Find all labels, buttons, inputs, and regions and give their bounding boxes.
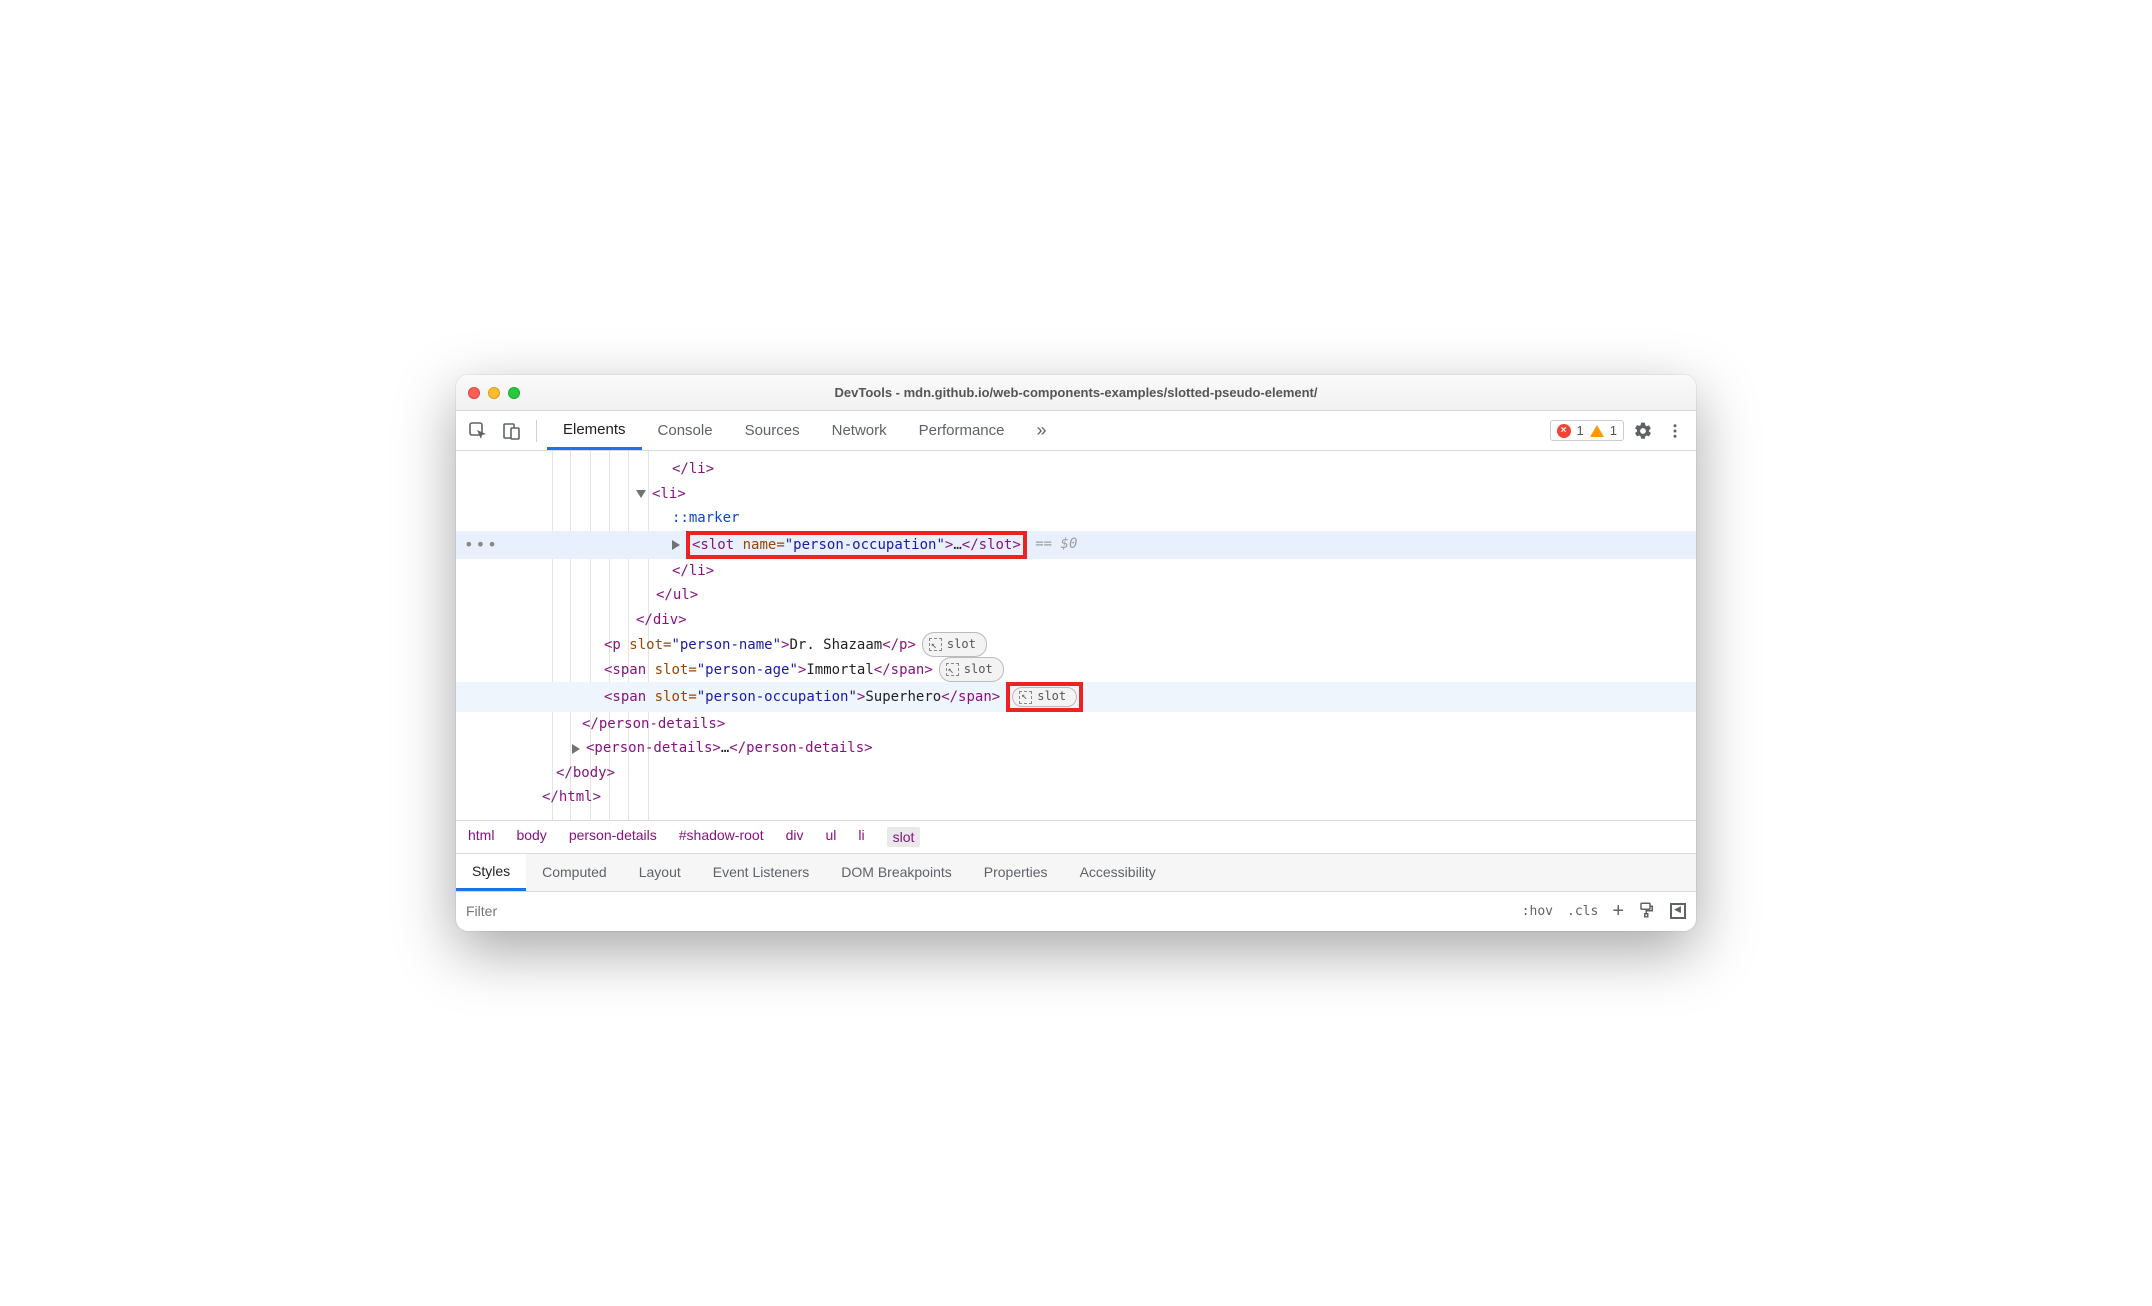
highlight-box: slot [1006, 682, 1083, 712]
tree-row[interactable]: </ul> [456, 583, 1696, 608]
subtab-computed[interactable]: Computed [526, 854, 623, 891]
breadcrumb-item-current[interactable]: slot [887, 827, 921, 847]
maximize-icon[interactable] [508, 387, 520, 399]
cls-button[interactable]: .cls [1567, 904, 1598, 919]
tree-row[interactable]: </body> [456, 761, 1696, 786]
styles-toolbar: :hov .cls + [456, 891, 1696, 931]
minimize-icon[interactable] [488, 387, 500, 399]
tab-network[interactable]: Network [816, 411, 903, 450]
styles-tabs: Styles Computed Layout Event Listeners D… [456, 853, 1696, 891]
highlight-box: <slot name="person-occupation">…</slot> [686, 531, 1027, 559]
breadcrumb-item[interactable]: html [468, 827, 494, 847]
gutter-menu-icon[interactable]: ••• [464, 531, 499, 559]
new-rule-icon[interactable]: + [1612, 900, 1624, 923]
tree-row-selected[interactable]: ••• <slot name="person-occupation">…</sl… [456, 531, 1696, 559]
breadcrumb-item[interactable]: ul [825, 827, 836, 847]
breadcrumb-item[interactable]: body [516, 827, 546, 847]
tree-row[interactable]: ::marker [456, 506, 1696, 531]
more-tabs-icon[interactable]: » [1021, 411, 1063, 450]
expand-icon[interactable] [572, 744, 580, 754]
breadcrumb-item[interactable]: person-details [569, 827, 657, 847]
elements-tree[interactable]: </li> <li> ::marker ••• <slot name="pers… [456, 451, 1696, 820]
tree-row[interactable]: <p slot="person-name">Dr. Shazaam</p>slo… [456, 632, 1696, 657]
breadcrumb-item[interactable]: li [858, 827, 864, 847]
styles-filter-input[interactable] [466, 903, 1508, 919]
tree-row[interactable]: </li> [456, 457, 1696, 482]
devtools-window: DevTools - mdn.github.io/web-components-… [456, 375, 1696, 931]
hov-button[interactable]: :hov [1522, 904, 1553, 919]
slot-icon [1019, 691, 1032, 704]
tab-elements[interactable]: Elements [547, 411, 642, 450]
slot-icon [929, 638, 942, 651]
tree-row[interactable]: </html> [456, 785, 1696, 810]
subtab-styles[interactable]: Styles [456, 854, 526, 891]
warning-icon [1590, 425, 1604, 437]
reveal-slot-badge[interactable]: slot [922, 632, 987, 657]
breadcrumb-item[interactable]: div [786, 827, 804, 847]
inspect-icon[interactable] [464, 417, 492, 445]
breadcrumb-item[interactable]: #shadow-root [679, 827, 764, 847]
paint-icon[interactable] [1638, 901, 1656, 922]
tree-row[interactable]: <span slot="person-occupation">Superhero… [456, 682, 1696, 712]
collapse-icon[interactable] [636, 490, 646, 498]
slot-icon [946, 663, 959, 676]
issues-badge[interactable]: × 1 1 [1550, 420, 1624, 441]
tree-row[interactable]: </person-details> [456, 712, 1696, 737]
expand-icon[interactable] [672, 540, 680, 550]
subtab-accessibility[interactable]: Accessibility [1064, 854, 1172, 891]
titlebar: DevTools - mdn.github.io/web-components-… [456, 375, 1696, 411]
close-icon[interactable] [468, 387, 480, 399]
error-icon: × [1557, 424, 1571, 438]
subtab-layout[interactable]: Layout [623, 854, 697, 891]
tab-performance[interactable]: Performance [903, 411, 1021, 450]
tab-sources[interactable]: Sources [729, 411, 816, 450]
divider [536, 420, 537, 442]
subtab-event-listeners[interactable]: Event Listeners [697, 854, 826, 891]
tree-row[interactable]: <person-details>…</person-details> [456, 736, 1696, 761]
window-title: DevTools - mdn.github.io/web-components-… [456, 385, 1696, 400]
tree-row[interactable]: <span slot="person-age">Immortal</span>s… [456, 657, 1696, 682]
settings-icon[interactable] [1630, 418, 1656, 444]
subtab-dom-breakpoints[interactable]: DOM Breakpoints [825, 854, 967, 891]
panel-tabs: Elements Console Sources Network Perform… [547, 411, 1063, 450]
reveal-slot-badge[interactable]: slot [939, 657, 1004, 682]
kebab-icon[interactable] [1662, 418, 1688, 444]
main-toolbar: Elements Console Sources Network Perform… [456, 411, 1696, 451]
tab-console[interactable]: Console [642, 411, 729, 450]
tree-row[interactable]: <li> [456, 482, 1696, 507]
device-icon[interactable] [498, 417, 526, 445]
tree-row[interactable]: </div> [456, 608, 1696, 633]
tree-row[interactable]: </li> [456, 559, 1696, 584]
subtab-properties[interactable]: Properties [968, 854, 1064, 891]
error-count: 1 [1577, 423, 1584, 438]
warning-count: 1 [1610, 423, 1617, 438]
reveal-slot-badge[interactable]: slot [1012, 687, 1077, 707]
computed-toggle-icon[interactable] [1670, 903, 1686, 919]
traffic-lights [468, 387, 520, 399]
breadcrumb: html body person-details #shadow-root di… [456, 820, 1696, 853]
